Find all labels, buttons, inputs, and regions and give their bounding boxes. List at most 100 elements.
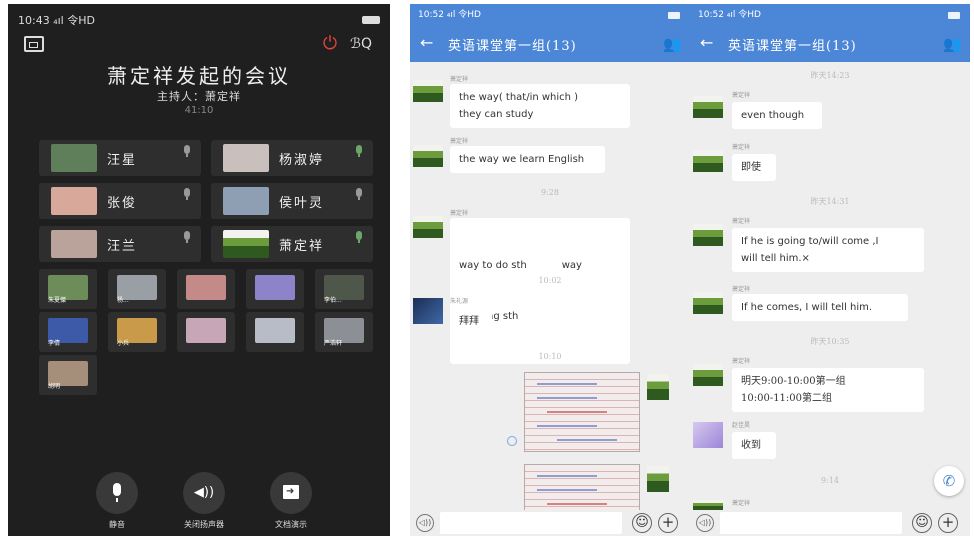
participant-thumbnail[interactable] xyxy=(177,312,235,352)
mic-icon xyxy=(184,145,190,157)
avatar xyxy=(223,144,269,172)
sender-name: 萧定祥 xyxy=(450,138,469,145)
avatar[interactable] xyxy=(693,150,723,172)
voice-input-icon[interactable]: ◁)) xyxy=(696,514,714,532)
timestamp: 昨天14:23 xyxy=(810,71,850,80)
avatar[interactable] xyxy=(647,466,669,492)
sender-name: 萧定祥 xyxy=(732,92,751,99)
status-bar: 10:43 ₄ıl 令HD xyxy=(18,12,380,28)
avatar[interactable] xyxy=(647,374,669,400)
participant-tile[interactable]: 张俊 xyxy=(39,183,201,219)
participants-icon[interactable]: ℬQ xyxy=(348,34,374,54)
mute-label: 静音 xyxy=(109,520,125,529)
participant-thumbnail[interactable] xyxy=(246,312,304,352)
avatar[interactable] xyxy=(693,500,723,510)
group-members-icon[interactable]: 👥 xyxy=(943,34,962,54)
participant-thumbnail[interactable]: 李伯... xyxy=(315,269,373,309)
sender-name: 萧定祥 xyxy=(732,500,751,507)
participant-name: 李倩 xyxy=(48,340,61,347)
participant-tile[interactable]: 汪星 xyxy=(39,140,201,176)
participant-tile[interactable]: 杨淑婷 xyxy=(211,140,373,176)
voice-input-icon[interactable]: ◁)) xyxy=(416,514,434,532)
chat-header: ← 英语课堂第一组(13) 👥 xyxy=(410,26,690,62)
participant-tile[interactable]: 汪兰 xyxy=(39,226,201,262)
message-bubble[interactable]: 收到 xyxy=(732,432,776,459)
message-text: the way we learn English xyxy=(459,154,585,165)
message-input[interactable] xyxy=(720,512,902,534)
participant-name: 侯叶灵 xyxy=(279,196,325,211)
message-bubble[interactable]: 即使 xyxy=(732,154,776,181)
avatar[interactable] xyxy=(413,216,443,238)
avatar[interactable] xyxy=(693,224,723,246)
participant-thumbnail[interactable] xyxy=(246,269,304,309)
participant-name: 李伯... xyxy=(324,297,342,304)
sender-name: 萧定祥 xyxy=(450,210,469,217)
message-bubble[interactable]: 明天9:00-10:00第一组 10:00-11:00第二组 xyxy=(732,368,924,412)
participant-name: 汪星 xyxy=(107,153,138,168)
avatar[interactable] xyxy=(693,364,723,386)
message-bubble[interactable]: way to do sth way of doing sth xyxy=(450,218,630,364)
sender-name: 萧定祥 xyxy=(450,76,469,83)
timestamp: 9:14 xyxy=(821,476,839,485)
mic-icon xyxy=(184,231,190,243)
avatar[interactable] xyxy=(693,96,723,118)
avatar xyxy=(51,230,97,258)
mic-icon xyxy=(356,145,362,157)
speaker-off-button[interactable]: ◀)) xyxy=(183,472,225,514)
avatar[interactable] xyxy=(413,145,443,167)
message-bubble[interactable]: If he is going to/will come ,I will tell… xyxy=(732,228,924,272)
call-phone-button[interactable]: ✆ xyxy=(934,466,964,496)
plus-icon[interactable]: + xyxy=(658,513,678,533)
message-bubble[interactable]: If he comes, I will tell him. xyxy=(732,294,908,321)
battery-icon xyxy=(948,12,960,19)
participant-name: 杨淑婷 xyxy=(279,153,325,168)
image-message[interactable] xyxy=(524,372,640,452)
sender-name: 萧定祥 xyxy=(732,286,751,293)
chat-screen-1: 10:52 ₄ıl 令HD ← 英语课堂第一组(13) 👥 萧定祥 the wa… xyxy=(410,4,690,536)
message-text: will tell him.× xyxy=(741,253,810,264)
mute-button[interactable] xyxy=(96,472,138,514)
participant-thumbnail[interactable]: 李倩 xyxy=(39,312,97,352)
chat-header: ← 英语课堂第一组(13) 👥 xyxy=(690,26,970,62)
participant-thumbnail[interactable]: 小兵 xyxy=(108,312,166,352)
message-text: even though xyxy=(741,110,805,121)
participant-name: 杨... xyxy=(117,297,129,304)
participant-name: 汪兰 xyxy=(107,239,138,254)
avatar[interactable] xyxy=(413,80,443,102)
emoji-icon[interactable]: ☺ xyxy=(632,513,652,533)
message-bubble[interactable]: the way( that/in which ) they can study xyxy=(450,84,630,128)
participant-thumbnail[interactable]: 杨... xyxy=(108,269,166,309)
participant-thumbnail[interactable]: 胡明 xyxy=(39,355,97,395)
end-meeting-power-icon[interactable]: ⏻ xyxy=(320,34,340,54)
minimize-window-icon[interactable] xyxy=(24,36,44,52)
sender-name: 萧定祥 xyxy=(732,218,751,225)
avatar xyxy=(51,187,97,215)
message-text: 即使 xyxy=(741,162,761,173)
document-share-button[interactable] xyxy=(270,472,312,514)
message-text: 收到 xyxy=(741,440,761,451)
group-members-icon[interactable]: 👥 xyxy=(663,34,682,54)
message-bubble[interactable]: 拜拜 xyxy=(450,308,492,335)
participant-thumbnail[interactable] xyxy=(177,269,235,309)
avatar[interactable] xyxy=(693,292,723,314)
participant-thumbnail[interactable]: 朱夏傑 xyxy=(39,269,97,309)
speaker-off-label: 关闭扬声器 xyxy=(184,520,224,529)
back-arrow-icon[interactable]: ← xyxy=(700,32,713,54)
message-text: they can study xyxy=(459,109,534,120)
participant-tile[interactable]: 萧定祥 xyxy=(211,226,373,262)
message-bubble[interactable]: the way we learn English xyxy=(450,146,605,173)
meeting-timer: 41:10 xyxy=(184,105,214,116)
status-time: 10:43 ₄ıl 令HD xyxy=(18,14,95,27)
plus-icon[interactable]: + xyxy=(938,513,958,533)
avatar[interactable] xyxy=(693,422,723,448)
chat-input-bar: ◁)) ☺ + xyxy=(690,510,970,536)
avatar[interactable] xyxy=(413,298,443,324)
participant-tile[interactable]: 侯叶灵 xyxy=(211,183,373,219)
emoji-icon[interactable]: ☺ xyxy=(912,513,932,533)
message-bubble[interactable]: even though xyxy=(732,102,822,129)
avatar xyxy=(255,318,295,343)
participant-thumbnail[interactable]: 严浩轩 xyxy=(315,312,373,352)
back-arrow-icon[interactable]: ← xyxy=(420,32,433,54)
battery-icon xyxy=(668,12,680,19)
message-input[interactable] xyxy=(440,512,622,534)
